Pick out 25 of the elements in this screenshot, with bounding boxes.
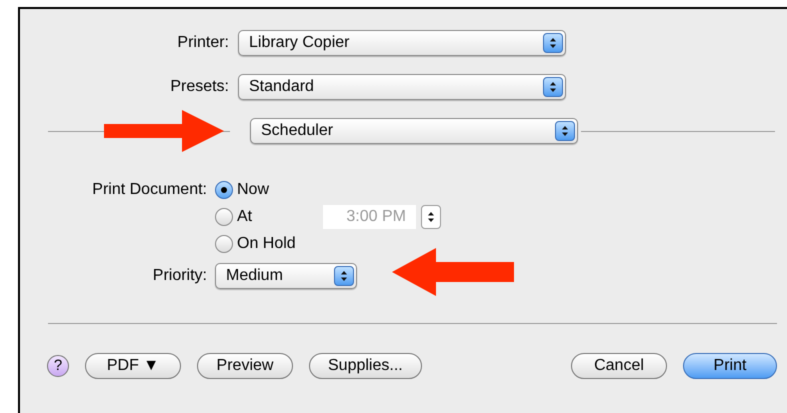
popup-arrows-icon xyxy=(334,266,354,286)
push-button[interactable]: PDF ▼ xyxy=(85,353,181,379)
popup-menu[interactable]: Library Copier xyxy=(238,30,566,56)
field-label: Print Document: xyxy=(91,180,208,200)
popup-arrows-icon xyxy=(555,121,575,141)
time-stepper-icon xyxy=(421,204,441,228)
popup-arrows-icon xyxy=(543,77,563,97)
radio-button[interactable] xyxy=(215,208,233,226)
push-button[interactable]: Cancel xyxy=(571,353,667,379)
radio-button[interactable] xyxy=(215,234,233,252)
radio-button[interactable] xyxy=(215,180,233,198)
push-button[interactable]: Supplies... xyxy=(309,353,422,379)
field-label: Priority: xyxy=(152,266,208,286)
popup-arrows-icon xyxy=(543,33,563,53)
help-button[interactable]: ? xyxy=(47,355,69,377)
field-label: Printer: xyxy=(176,33,230,53)
radio-label: At xyxy=(237,206,252,226)
radio-label: Now xyxy=(237,180,270,200)
field-label: Presets: xyxy=(169,77,230,97)
radio-label: On Hold xyxy=(237,234,296,254)
popup-menu[interactable]: Standard xyxy=(238,74,566,100)
popup-menu[interactable]: Medium xyxy=(215,263,357,289)
push-button[interactable]: Preview xyxy=(197,353,293,379)
popup-menu[interactable]: Scheduler xyxy=(250,118,578,144)
print-button[interactable]: Print xyxy=(683,353,777,379)
